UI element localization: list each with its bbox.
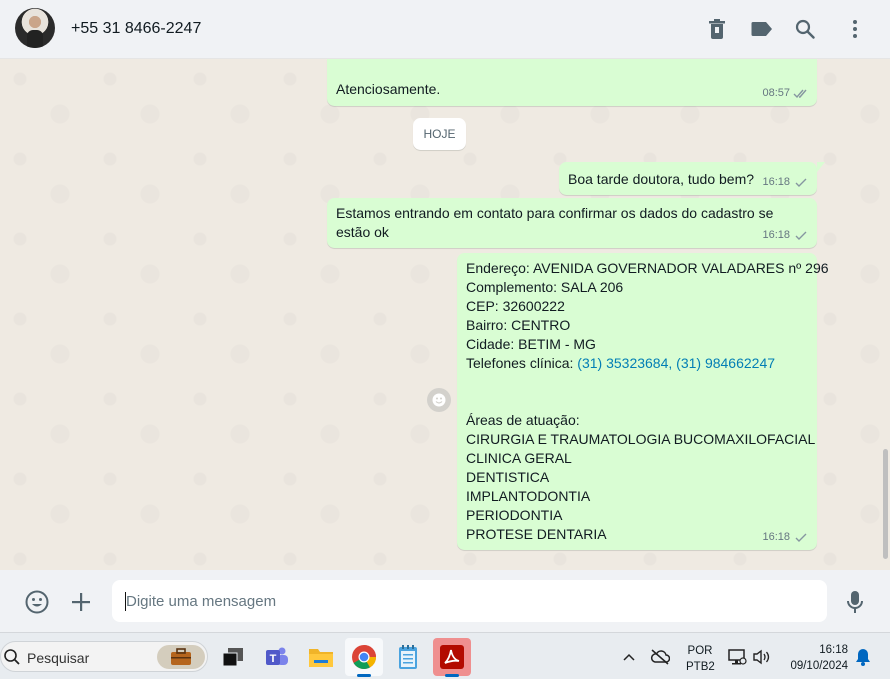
message-bubble[interactable]: Boa tarde doutora, tudo bem? 16:18 xyxy=(559,162,825,195)
network-icon[interactable] xyxy=(727,647,747,667)
check-icon xyxy=(795,178,807,187)
chrome-icon[interactable] xyxy=(345,638,383,677)
area-item: PERIODONTIA xyxy=(466,507,563,523)
running-indicator xyxy=(445,674,459,677)
windows-taskbar: Pesquisar T POR PTB2 16:18 09/10/2024 xyxy=(0,632,890,679)
chat-header: +55 31 8466-2247 xyxy=(0,0,890,59)
phone-link[interactable]: (31) 35323684 xyxy=(577,355,668,371)
check-icon xyxy=(795,231,807,240)
svg-text:T: T xyxy=(270,653,277,665)
chevron-up-icon[interactable] xyxy=(619,647,639,667)
message-bubble[interactable]: Endereço: AVENIDA GOVERNADOR VALADARES n… xyxy=(457,253,829,550)
volume-icon[interactable] xyxy=(752,647,772,667)
taskbar-search[interactable]: Pesquisar xyxy=(0,641,208,672)
text-caret xyxy=(125,592,126,611)
address-line: Endereço: AVENIDA GOVERNADOR VALADARES n… xyxy=(466,260,829,276)
message-meta: 16:18 xyxy=(762,528,809,547)
task-view-icon[interactable] xyxy=(214,638,252,676)
message-text: Estamos entrando em contato para confirm… xyxy=(336,205,774,240)
message-text: Boa tarde doutora, tudo bem? xyxy=(568,171,755,187)
clock-time: 16:18 xyxy=(819,644,848,656)
search-icon xyxy=(4,649,20,665)
double-check-icon xyxy=(793,89,807,99)
taskbar-clock[interactable]: 16:18 09/10/2024 xyxy=(780,642,848,674)
emoji-icon[interactable] xyxy=(24,589,50,615)
message-meta: 16:18 xyxy=(762,173,809,192)
language-code: POR xyxy=(687,645,713,657)
cep-line: CEP: 32600222 xyxy=(466,298,565,314)
chat-scrollbar[interactable] xyxy=(883,449,888,559)
message-input[interactable] xyxy=(112,580,827,622)
acrobat-icon[interactable] xyxy=(433,638,471,677)
message-bubble[interactable]: Atenciosamente. 08:57 xyxy=(327,59,817,106)
message-time: 16:18 xyxy=(762,176,790,188)
briefcase-icon[interactable] xyxy=(157,645,205,669)
menu-icon[interactable] xyxy=(843,17,867,41)
running-indicator xyxy=(357,674,371,677)
area-item: CIRURGIA E TRAUMATOLOGIA BUCOMAXILOFACIA… xyxy=(466,431,816,447)
contact-name[interactable]: +55 31 8466-2247 xyxy=(71,20,201,38)
message-text: Endereço: AVENIDA GOVERNADOR VALADARES n… xyxy=(466,259,829,544)
message-time: 08:57 xyxy=(762,87,790,99)
chat-messages: Atenciosamente. 08:57 HOJE Boa tarde dou… xyxy=(0,59,890,570)
teams-icon[interactable]: T xyxy=(258,638,296,676)
attach-plus-icon[interactable] xyxy=(68,589,94,615)
contact-avatar[interactable] xyxy=(15,8,55,48)
message-meta: 08:57 xyxy=(762,84,809,103)
complement-line: Complemento: SALA 206 xyxy=(466,279,624,295)
phone-link[interactable]: (31) 984662247 xyxy=(676,355,775,371)
microphone-icon[interactable] xyxy=(842,589,868,615)
message-bubble[interactable]: Estamos entrando em contato para confirm… xyxy=(327,198,817,248)
message-text: Atenciosamente. xyxy=(336,81,441,97)
message-composer xyxy=(0,570,890,632)
search-icon[interactable] xyxy=(793,17,817,41)
clock-date: 09/10/2024 xyxy=(790,660,848,672)
area-item: IMPLANTODONTIA xyxy=(466,488,591,504)
search-label: Pesquisar xyxy=(27,650,90,666)
phones-line: Telefones clínica: (31) 35323684, (31) 9… xyxy=(466,354,829,373)
notepad-icon[interactable] xyxy=(389,638,427,676)
area-item: CLINICA GERAL xyxy=(466,450,572,466)
file-explorer-icon[interactable] xyxy=(302,638,340,676)
notification-bell-icon[interactable] xyxy=(853,647,873,667)
message-meta: 16:18 xyxy=(762,226,809,245)
message-time: 16:18 xyxy=(762,229,790,241)
areas-label: Áreas de atuação: xyxy=(466,412,580,428)
city-line: Cidade: BETIM - MG xyxy=(466,336,596,352)
phone-separator: , xyxy=(668,355,677,371)
keyboard-layout: PTB2 xyxy=(686,661,715,673)
district-line: Bairro: CENTRO xyxy=(466,317,571,333)
label-icon[interactable] xyxy=(750,17,774,41)
reaction-emoji-icon[interactable] xyxy=(427,388,451,412)
phones-label: Telefones clínica: xyxy=(466,355,578,371)
language-indicator[interactable]: POR PTB2 xyxy=(686,643,715,675)
onedrive-offline-icon[interactable] xyxy=(650,647,670,667)
area-item: DENTISTICA xyxy=(466,469,550,485)
delete-icon[interactable] xyxy=(705,17,729,41)
check-icon xyxy=(795,533,807,542)
day-separator: HOJE xyxy=(413,118,466,150)
message-time: 16:18 xyxy=(762,531,790,543)
